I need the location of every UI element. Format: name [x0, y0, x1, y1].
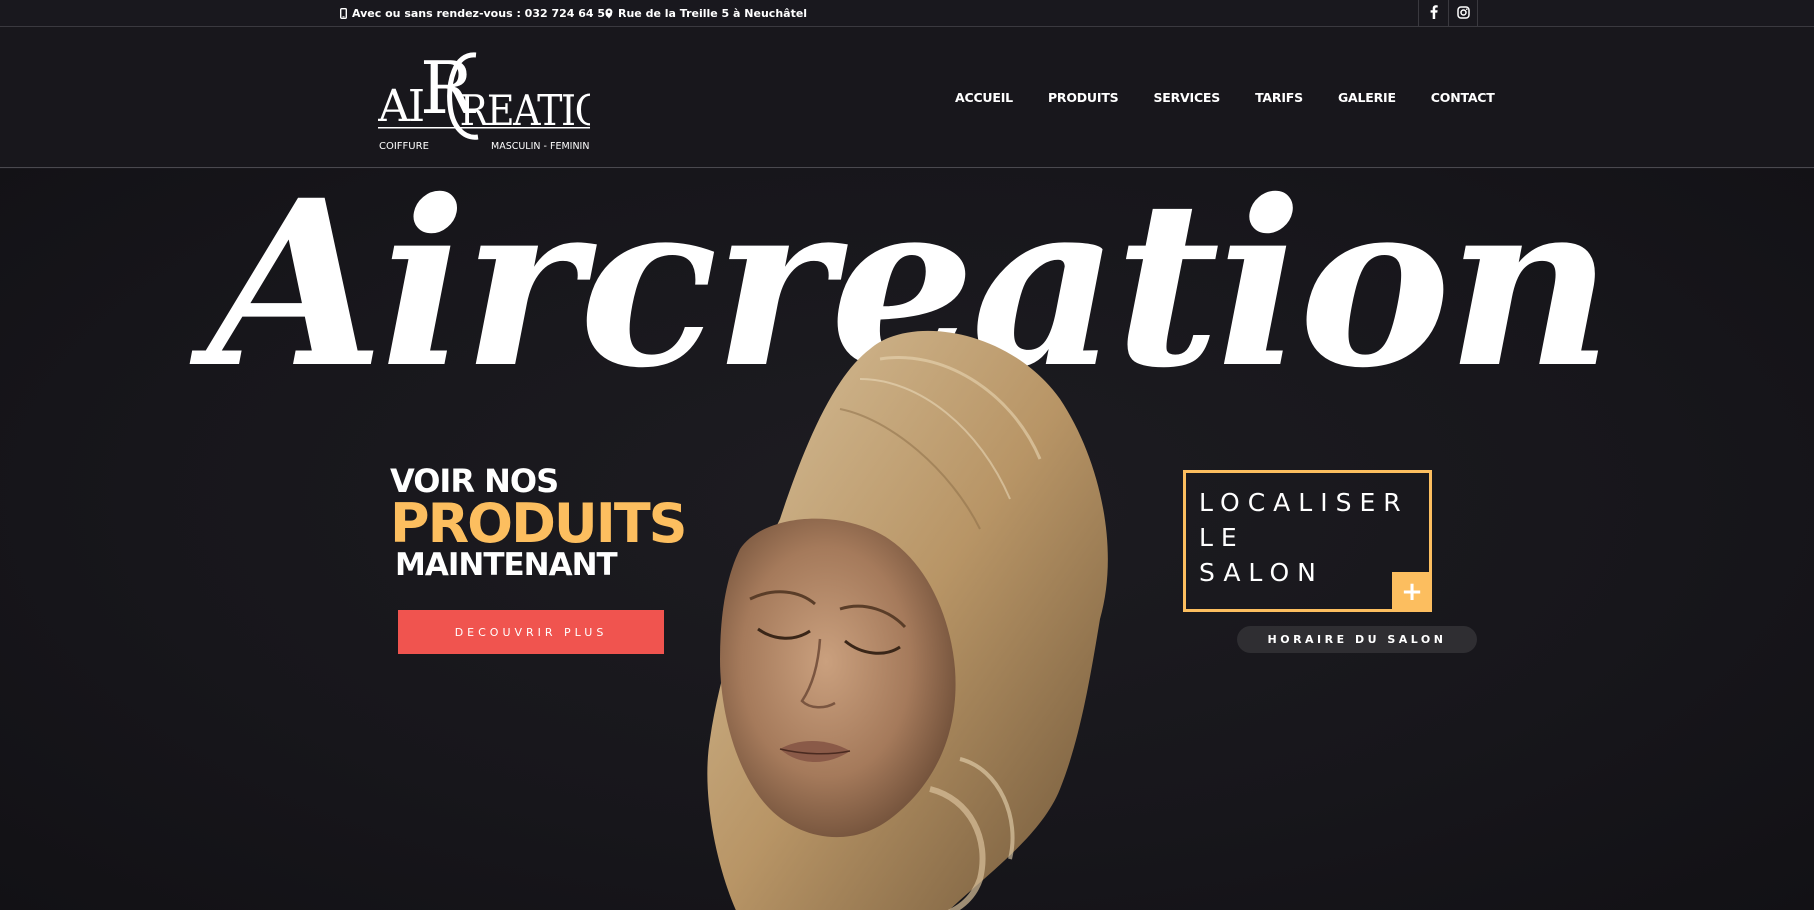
address-info[interactable]: Rue de la Treille 5 à Neuchâtel [605, 6, 807, 21]
nav-galerie[interactable]: GALERIE [1338, 90, 1396, 105]
main-nav: ACCUEIL PRODUITS SERVICES TARIFS GALERIE… [955, 90, 1495, 105]
discover-more-button[interactable]: DECOUVRIR PLUS [398, 610, 664, 654]
nav-services[interactable]: SERVICES [1153, 90, 1220, 105]
model-portrait-image [680, 319, 1140, 910]
nav-produits[interactable]: PRODUITS [1048, 90, 1119, 105]
address-text: Rue de la Treille 5 à Neuchâtel [618, 7, 808, 20]
locate-line-1: LOCALISER [1199, 488, 1409, 517]
top-bar: Avec ou sans rendez-vous : 032 724 64 50… [0, 0, 1814, 27]
nav-accueil[interactable]: ACCUEIL [955, 90, 1013, 105]
svg-text:MASCULIN - FEMININ: MASCULIN - FEMININ [491, 141, 589, 152]
salon-hours-button[interactable]: HORAIRE DU SALON [1237, 626, 1477, 653]
locate-line-2: LE [1199, 523, 1245, 552]
map-pin-icon [605, 8, 613, 19]
phone-info[interactable]: Avec ou sans rendez-vous : 032 724 64 50 [340, 6, 613, 21]
mobile-phone-icon [340, 8, 347, 19]
phone-text: Avec ou sans rendez-vous : 032 724 64 50 [352, 7, 613, 20]
svg-text:AI: AI [378, 81, 423, 132]
facebook-icon [1430, 4, 1438, 23]
instagram-link[interactable] [1448, 0, 1478, 27]
site-header: AI R REATION COIFFURE MASCULIN - FEMININ… [0, 28, 1814, 168]
instagram-icon [1456, 4, 1470, 23]
nav-contact[interactable]: CONTACT [1431, 90, 1495, 105]
site-logo[interactable]: AI R REATION COIFFURE MASCULIN - FEMININ [378, 43, 590, 153]
promo-line-2: PRODUITS [390, 492, 688, 555]
locate-salon-box[interactable]: LOCALISER LE SALON + [1183, 470, 1432, 612]
plus-icon[interactable]: + [1392, 572, 1432, 612]
nav-tarifs[interactable]: TARIFS [1255, 90, 1303, 105]
promo-line-3: MAINTENANT [395, 547, 618, 583]
svg-text:COIFFURE: COIFFURE [379, 141, 429, 152]
facebook-link[interactable] [1418, 0, 1448, 27]
hero-section: Aircreation VOIR NOS PRODUITS MAINTENANT… [0, 169, 1814, 910]
